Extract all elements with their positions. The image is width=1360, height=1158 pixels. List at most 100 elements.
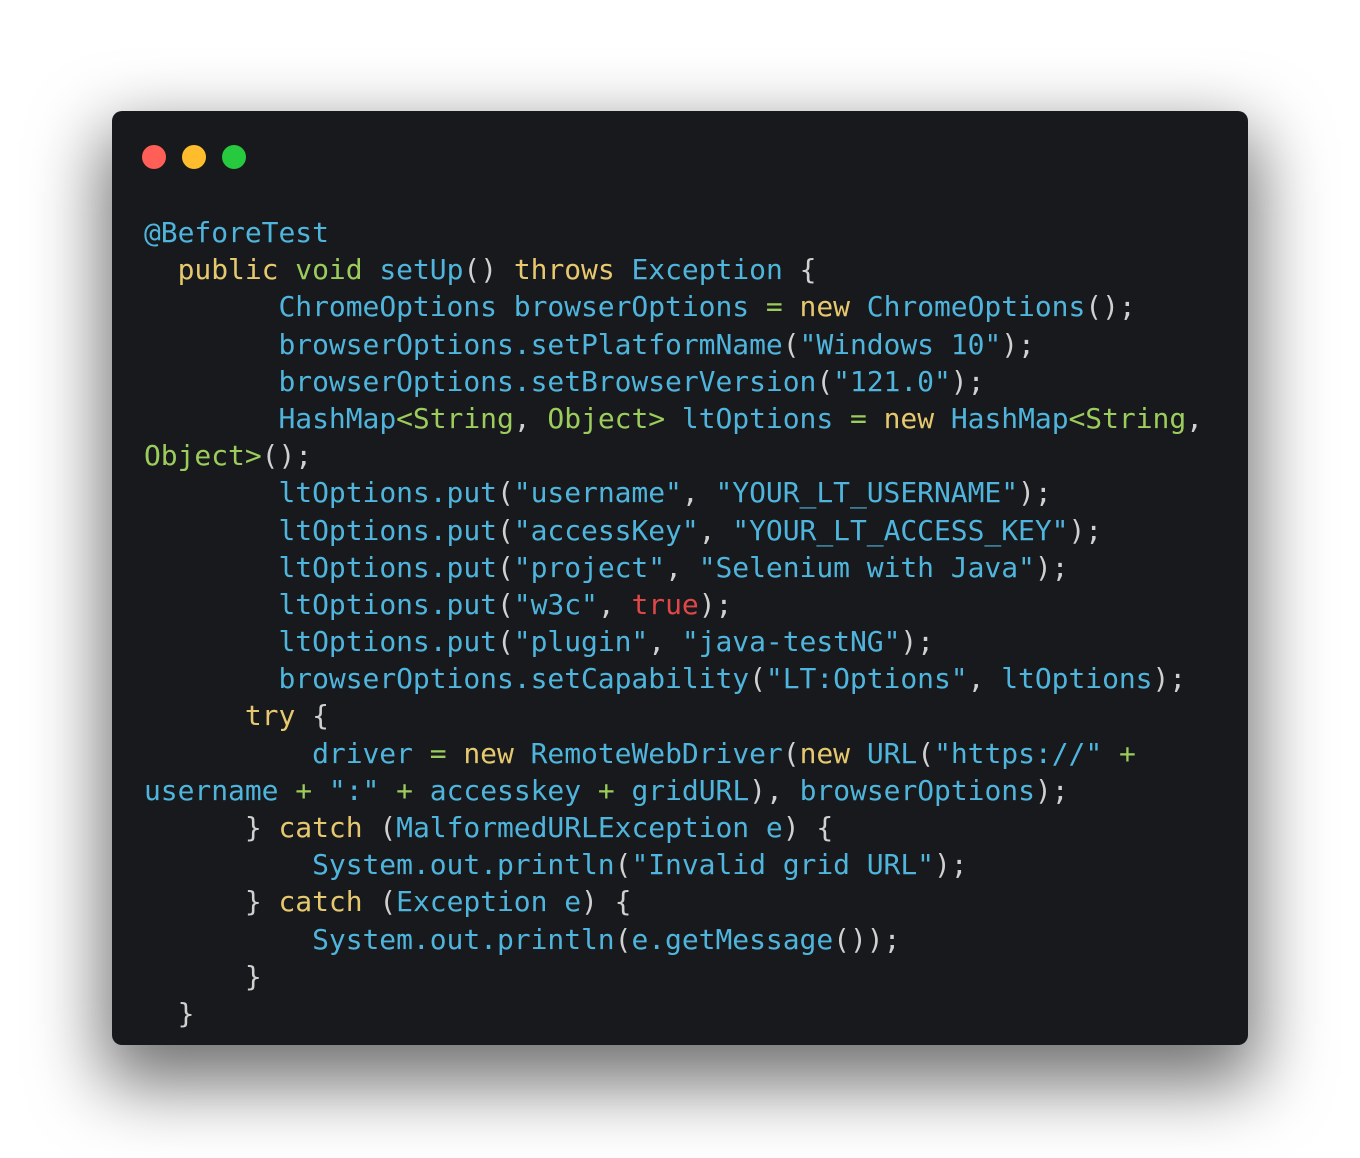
code-line: browserOptions.setPlatformName("Windows … [144,326,1203,363]
keyword-token: new [463,736,514,770]
punctuation-token: { [816,811,834,844]
punctuation-token: (); [261,439,313,473]
identifier-token: Exception [631,253,783,287]
punctuation-token: , [648,625,682,659]
identifier-token: username [144,773,279,807]
keyword-token: catch [278,811,363,844]
punctuation-token: ( [614,922,632,956]
punctuation-token: ( [614,848,632,882]
string-token: "YOUR_LT_USERNAME" [715,476,1019,510]
string-token: "w3c" [513,587,598,621]
operator-token: = [429,736,447,770]
punctuation-token: { [799,253,817,287]
operator-token: + [396,773,413,807]
punctuation-token: ( [496,587,514,621]
code-line: ChromeOptions browserOptions = new Chrom… [144,288,1203,325]
punctuation-token: ( [782,736,800,770]
code-line: } catch (MalformedURLException e) { [144,809,1203,846]
punctuation-token: ); [1068,513,1103,547]
code-line: } [144,995,1203,1032]
punctuation-token: ()); [833,922,901,956]
string-token: "Invalid grid URL" [631,848,934,882]
string-token: "project" [513,550,666,584]
punctuation-token: ), [749,773,800,807]
code-line: ltOptions.put("plugin", "java-testNG"); [144,623,1203,660]
punctuation-token: ); [1001,327,1035,361]
close-button-icon[interactable] [142,145,166,169]
code-line: System.out.println(e.getMessage()); [144,921,1203,958]
string-token: "plugin" [513,625,649,659]
punctuation-token: ); [698,587,733,621]
punctuation-token: { [312,699,329,733]
punctuation-token: ( [917,736,935,770]
zoom-button-icon[interactable] [222,145,246,169]
identifier-token: browserOptions.setBrowserVersion [278,364,817,398]
type-token: Object> [144,439,262,473]
code-line: browserOptions.setBrowserVersion("121.0"… [144,363,1203,400]
punctuation-token: ( [816,364,834,398]
string-token: ":" [328,773,380,807]
punctuation-token: , [597,587,632,621]
keyword-token: new [799,736,850,770]
identifier-token: Exception e [396,885,582,919]
punctuation-token: } [244,811,262,844]
punctuation-token: () [463,253,498,287]
identifier-token: driver [312,736,413,770]
keyword-token: new [883,401,935,435]
code-line: Object>(); [144,437,1203,474]
string-token: "username" [513,476,682,510]
punctuation-token: , [513,401,548,435]
keyword-token: try [244,699,296,733]
code-line: System.out.println("Invalid grid URL"); [144,846,1203,883]
punctuation-token: ); [1018,476,1052,510]
code-line: browserOptions.setCapability("LT:Options… [144,660,1203,697]
identifier-token: setUp [379,253,464,287]
identifier-token: ltOptions.put [278,587,497,621]
identifier-token: accesskey [429,773,582,807]
identifier-token: browserOptions.setCapability [278,662,750,696]
punctuation-token: ) [782,811,800,844]
keyword-token: catch [278,885,363,919]
identifier-token: @BeforeTest [144,216,329,249]
identifier-token: gridURL [631,773,750,807]
identifier-token: HashMap [278,401,397,435]
minimize-button-icon[interactable] [182,145,206,169]
code-line: ltOptions.put("project", "Selenium with … [144,549,1203,586]
operator-token: + [1118,736,1136,770]
keyword-token: throws [513,253,615,287]
punctuation-token: ); [933,848,968,882]
punctuation-token: ( [496,513,514,547]
string-token: "https://" [934,736,1103,770]
code-line: try { [144,697,1203,734]
punctuation-token: ( [496,476,514,510]
keyword-token: public [177,253,279,287]
punctuation-token: } [244,885,262,919]
operator-token: + [597,773,615,807]
punctuation-token: , [967,662,1002,696]
